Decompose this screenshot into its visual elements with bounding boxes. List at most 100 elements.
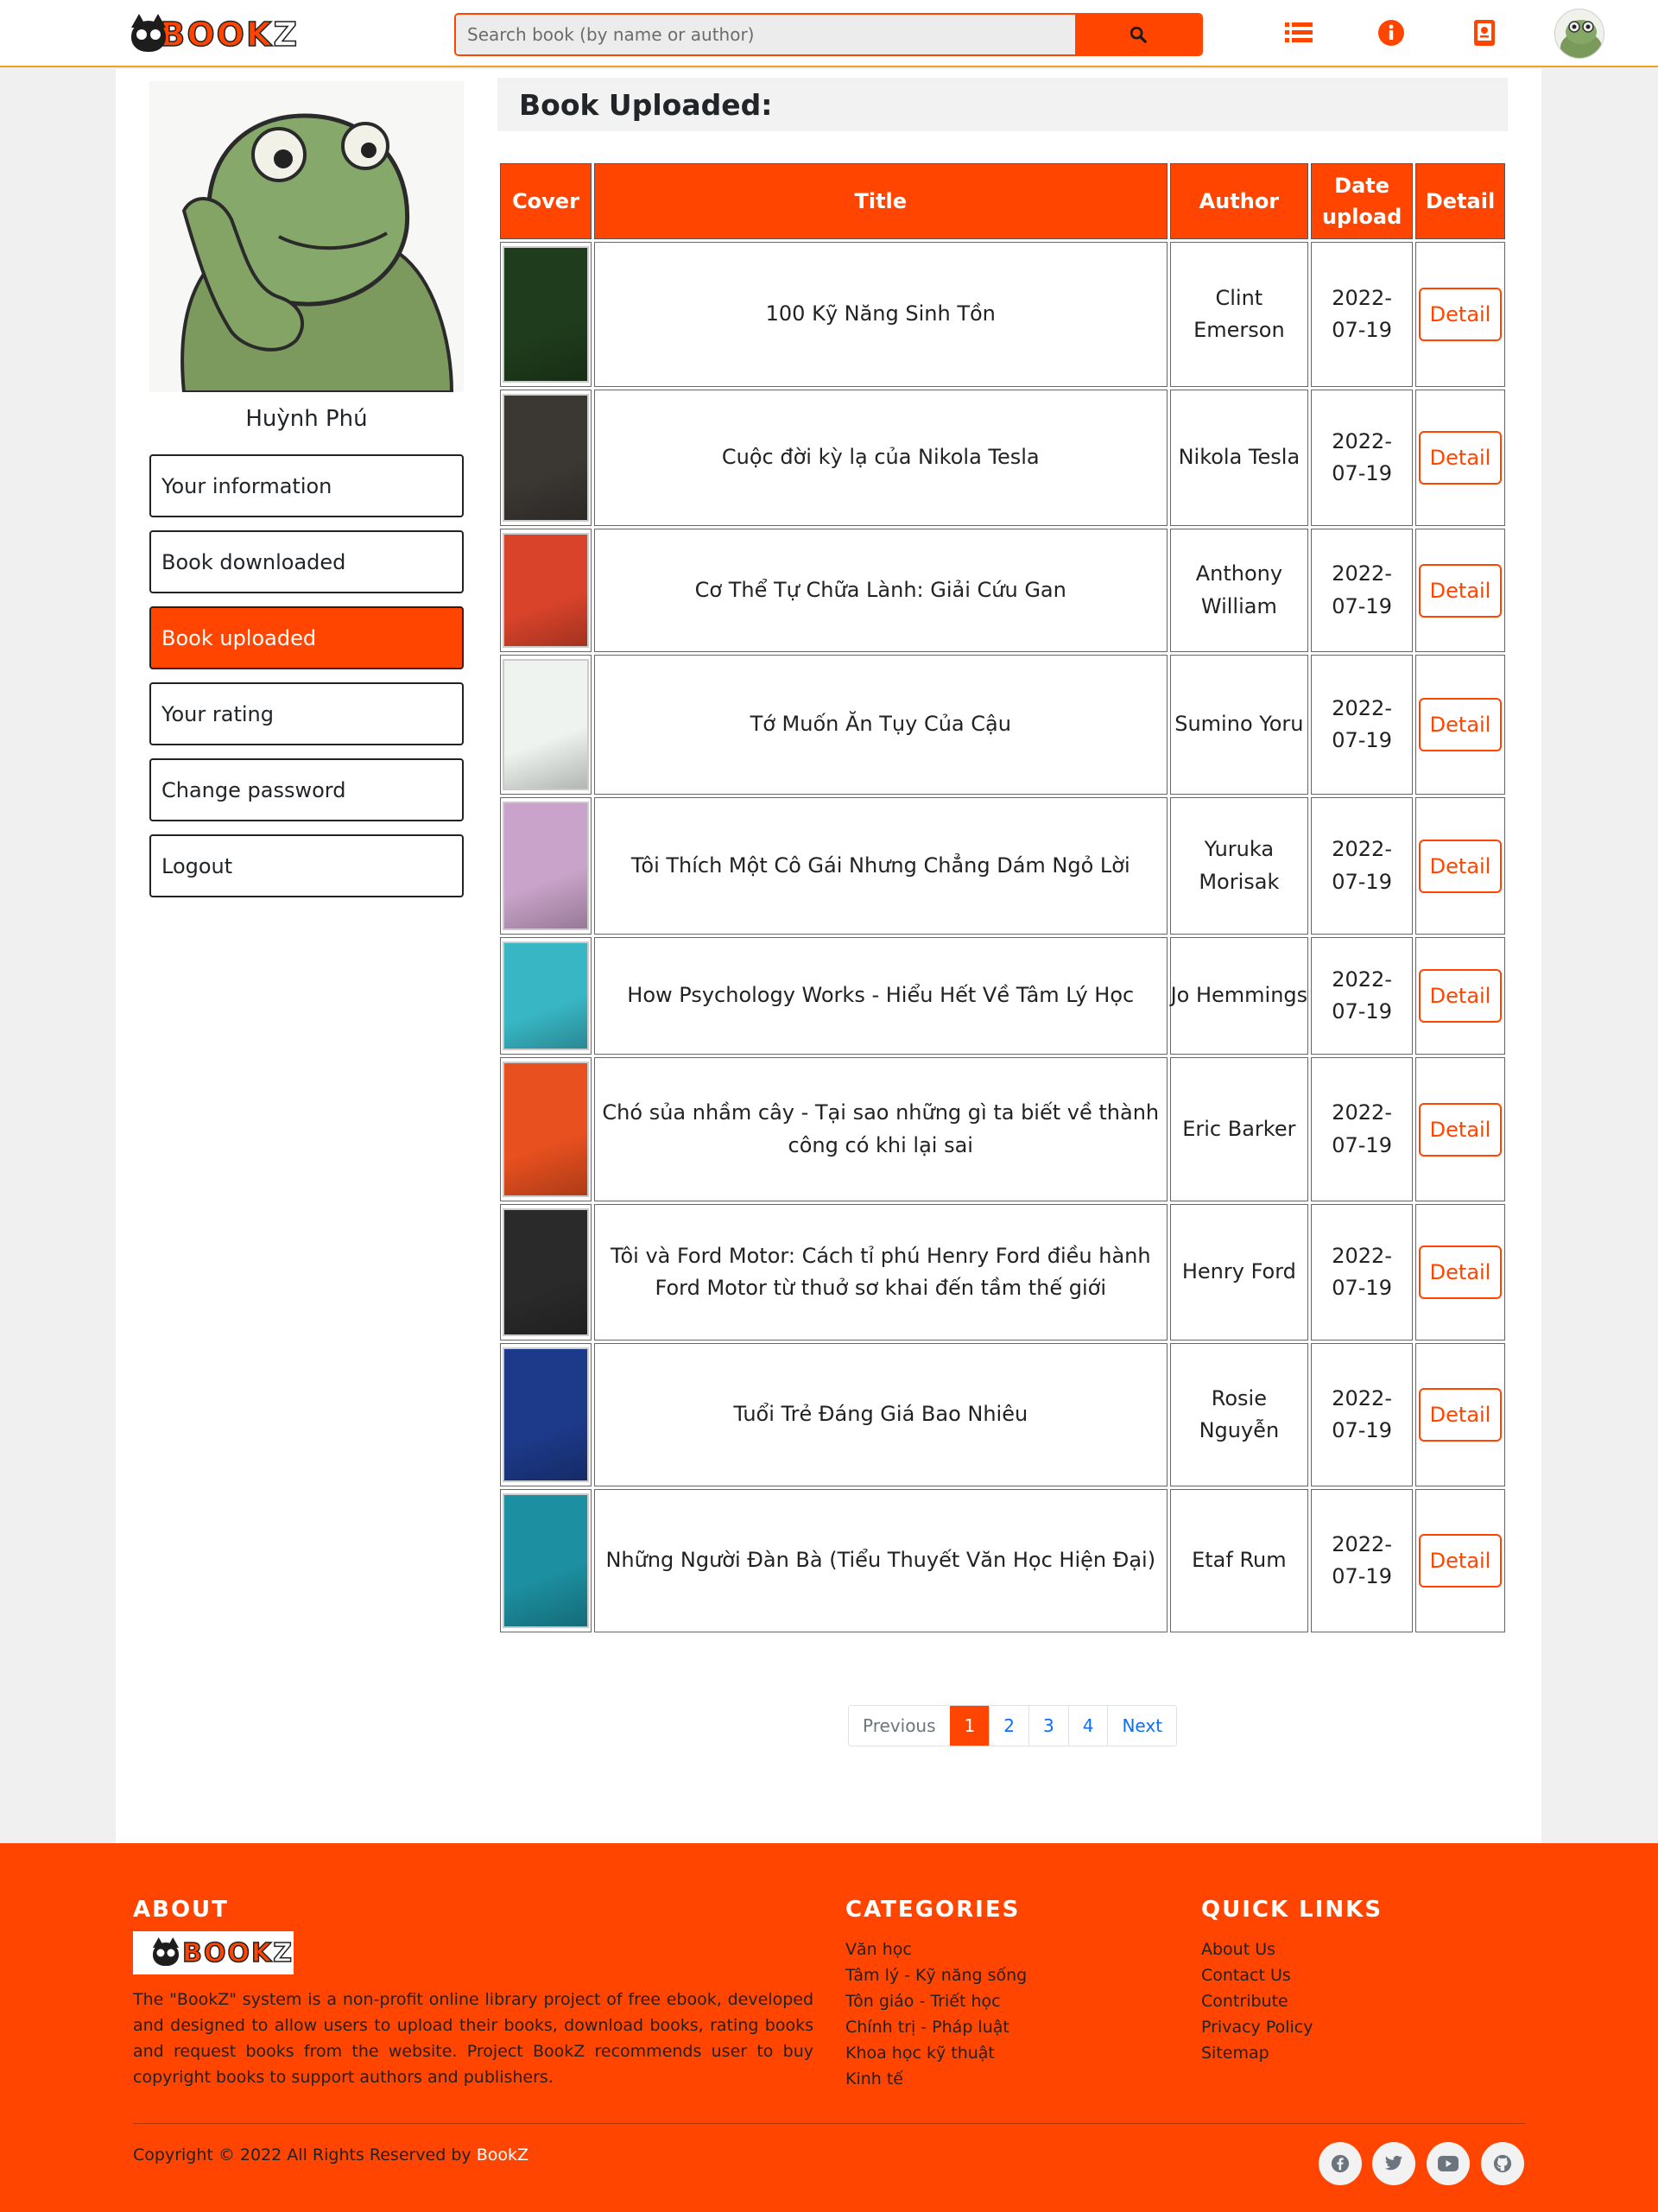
book-cover[interactable] xyxy=(503,1493,589,1628)
table-row: 100 Kỹ Năng Sinh Tồn Clint Emerson 2022-… xyxy=(500,242,1505,387)
logo-text: BOOKZ xyxy=(160,15,299,54)
menu-book-uploaded[interactable]: Book uploaded xyxy=(149,606,464,669)
menu-logout[interactable]: Logout xyxy=(149,834,464,897)
book-author: Anthony William xyxy=(1169,529,1309,652)
footer-quicklinks-heading: QUICK LINKS xyxy=(1201,1897,1383,1923)
book-cover[interactable] xyxy=(503,246,589,383)
footer-category-link[interactable]: Văn học xyxy=(845,1936,1027,1962)
detail-button[interactable]: Detail xyxy=(1419,1245,1503,1299)
footer-category-link[interactable]: Chính trị - Pháp luật xyxy=(845,2014,1027,2040)
info-icon[interactable] xyxy=(1375,16,1408,49)
detail-button[interactable]: Detail xyxy=(1419,288,1503,341)
table-row: Tuổi Trẻ Đáng Giá Bao Nhiêu Rosie Nguyễn… xyxy=(500,1343,1505,1486)
footer-categories-heading: CATEGORIES xyxy=(845,1897,1021,1923)
footer-quick-link[interactable]: Contact Us xyxy=(1201,1962,1313,1988)
book-author: Clint Emerson xyxy=(1169,242,1309,387)
cat-logo-icon xyxy=(128,12,166,57)
menu-book-downloaded[interactable]: Book downloaded xyxy=(149,530,464,593)
footer-category-link[interactable]: Kinh tế xyxy=(845,2066,1027,2092)
menu-your-information[interactable]: Your information xyxy=(149,454,464,517)
book-cover[interactable] xyxy=(503,394,589,522)
header-cover: Cover xyxy=(500,163,592,239)
detail-button[interactable]: Detail xyxy=(1419,698,1503,751)
pagination-page-3[interactable]: 3 xyxy=(1028,1706,1068,1746)
table-row: Cơ Thể Tự Chữa Lành: Giải Cứu Gan Anthon… xyxy=(500,529,1505,652)
book-author: Eric Barker xyxy=(1169,1057,1309,1201)
top-navbar: BOOKZ xyxy=(0,0,1658,67)
menu-change-password[interactable]: Change password xyxy=(149,758,464,821)
detail-button[interactable]: Detail xyxy=(1419,1388,1503,1442)
book-title: Cuộc đời kỳ lạ của Nikola Tesla xyxy=(594,390,1168,526)
table-row: Tớ Muốn Ăn Tụy Của Cậu Sumino Yoru 2022-… xyxy=(500,655,1505,795)
pagination-page-1[interactable]: 1 xyxy=(949,1706,990,1746)
footer-about-heading: ABOUT xyxy=(133,1897,229,1923)
book-cover[interactable] xyxy=(503,941,589,1050)
book-author: Etaf Rum xyxy=(1169,1489,1309,1632)
pagination-previous[interactable]: Previous xyxy=(849,1706,950,1746)
youtube-icon[interactable] xyxy=(1427,2142,1470,2185)
table-row: Những Người Đàn Bà (Tiểu Thuyết Văn Học … xyxy=(500,1489,1505,1632)
book-title: Chó sủa nhầm cây - Tại sao những gì ta b… xyxy=(594,1057,1168,1201)
pagination-page-2[interactable]: 2 xyxy=(989,1706,1028,1746)
uploaded-books-table: Cover Title Author Date upload Detail 10… xyxy=(497,161,1508,1635)
book-title: How Psychology Works - Hiểu Hết Về Tâm L… xyxy=(594,937,1168,1055)
book-cover[interactable] xyxy=(503,533,589,648)
user-avatar[interactable] xyxy=(1554,9,1604,59)
footer-quick-link[interactable]: Sitemap xyxy=(1201,2040,1313,2066)
footer-logo[interactable]: BOOKZ xyxy=(133,1931,294,1974)
book-cover[interactable] xyxy=(503,802,589,930)
footer-category-link[interactable]: Khoa học kỹ thuật xyxy=(845,2040,1027,2066)
footer-brand-link[interactable]: BookZ xyxy=(477,2145,528,2164)
detail-button[interactable]: Detail xyxy=(1419,563,1503,618)
book-cover[interactable] xyxy=(503,1062,589,1197)
footer-categories-list: Văn học Tâm lý - Kỹ năng sống Tôn giáo -… xyxy=(845,1936,1027,2092)
book-title: Tôi Thích Một Cô Gái Nhưng Chẳng Dám Ngỏ… xyxy=(594,797,1168,935)
menu-your-rating[interactable]: Your rating xyxy=(149,682,464,745)
footer-quick-link[interactable]: Privacy Policy xyxy=(1201,2014,1313,2040)
header-date-upload: Date upload xyxy=(1311,163,1414,239)
book-cover[interactable] xyxy=(503,1347,589,1482)
book-author: Nikola Tesla xyxy=(1169,390,1309,526)
footer-quick-link[interactable]: Contribute xyxy=(1201,1988,1313,2014)
book-date-upload: 2022-07-19 xyxy=(1311,655,1414,795)
footer-category-link[interactable]: Tôn giáo - Triết học xyxy=(845,1988,1027,2014)
pagination-next[interactable]: Next xyxy=(1107,1706,1177,1746)
pagination-page-4[interactable]: 4 xyxy=(1067,1706,1108,1746)
table-row: How Psychology Works - Hiểu Hết Về Tâm L… xyxy=(500,937,1505,1055)
book-author: Jo Hemmings xyxy=(1169,937,1309,1055)
twitter-icon[interactable] xyxy=(1372,2142,1415,2185)
book-icon[interactable] xyxy=(1468,16,1501,49)
table-row: Tôi Thích Một Cô Gái Nhưng Chẳng Dám Ngỏ… xyxy=(500,797,1505,935)
detail-button[interactable]: Detail xyxy=(1419,1534,1503,1588)
detail-button[interactable]: Detail xyxy=(1419,839,1503,893)
footer-about-text: The "BookZ" system is a non-profit onlin… xyxy=(133,1990,813,2087)
profile-avatar xyxy=(149,81,464,392)
bookz-logo[interactable]: BOOKZ xyxy=(128,10,299,59)
book-date-upload: 2022-07-19 xyxy=(1311,529,1414,652)
book-title: Những Người Đàn Bà (Tiểu Thuyết Văn Học … xyxy=(594,1489,1168,1632)
facebook-icon[interactable] xyxy=(1319,2142,1362,2185)
footer-quicklinks-list: About Us Contact Us Contribute Privacy P… xyxy=(1201,1936,1313,2066)
book-author: Henry Ford xyxy=(1169,1204,1309,1341)
footer-divider xyxy=(133,2123,1525,2124)
book-title: Tớ Muốn Ăn Tụy Của Cậu xyxy=(594,655,1168,795)
search-input[interactable] xyxy=(456,15,1075,54)
list-icon[interactable] xyxy=(1282,16,1315,49)
book-date-upload: 2022-07-19 xyxy=(1311,390,1414,526)
book-cover[interactable] xyxy=(503,1208,589,1336)
book-title: Tôi và Ford Motor: Cách tỉ phú Henry For… xyxy=(594,1204,1168,1341)
book-date-upload: 2022-07-19 xyxy=(1311,797,1414,935)
github-icon[interactable] xyxy=(1481,2142,1524,2185)
detail-button[interactable]: Detail xyxy=(1419,1102,1503,1157)
search-button[interactable] xyxy=(1075,15,1201,54)
header-title: Title xyxy=(594,163,1168,239)
book-author: Rosie Nguyễn xyxy=(1169,1343,1309,1486)
table-header-row: Cover Title Author Date upload Detail xyxy=(500,163,1505,239)
book-date-upload: 2022-07-19 xyxy=(1311,1204,1414,1341)
detail-button[interactable]: Detail xyxy=(1419,431,1503,485)
profile-name: Huỳnh Phú xyxy=(245,406,368,432)
footer-category-link[interactable]: Tâm lý - Kỹ năng sống xyxy=(845,1962,1027,1988)
detail-button[interactable]: Detail xyxy=(1419,969,1503,1023)
footer-quick-link[interactable]: About Us xyxy=(1201,1936,1313,1962)
book-cover[interactable] xyxy=(503,659,589,790)
